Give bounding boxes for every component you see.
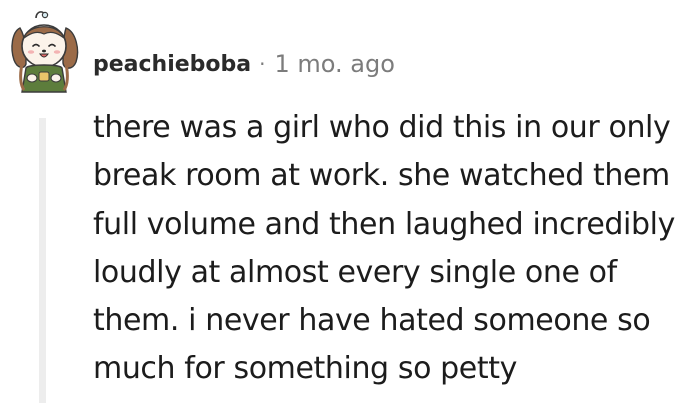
comment-body-line: much for something so petty xyxy=(93,351,517,387)
dog-avatar-icon[interactable] xyxy=(6,8,82,94)
comment-body-line: there was a girl who did this in our onl… xyxy=(93,110,671,145)
comment: peachieboba · 1 mo. ago there was a girl… xyxy=(0,0,700,403)
meta-separator: · xyxy=(259,52,266,76)
comment-body-line: break room at work. she watched them xyxy=(93,158,670,194)
comment-body-line: full volume and then laughed incredibly xyxy=(93,206,675,242)
username-link[interactable]: peachieboba xyxy=(93,52,251,77)
thread-collapse-line[interactable] xyxy=(39,118,46,403)
comment-body-line: them. i never have hated someone so xyxy=(93,303,651,339)
comment-body: there was a girl who did this in our onl… xyxy=(93,104,693,394)
comment-body-line: loudly at almost every single one of xyxy=(93,254,617,290)
comment-meta: peachieboba · 1 mo. ago xyxy=(93,44,395,84)
comment-timestamp[interactable]: 1 mo. ago xyxy=(275,50,395,78)
